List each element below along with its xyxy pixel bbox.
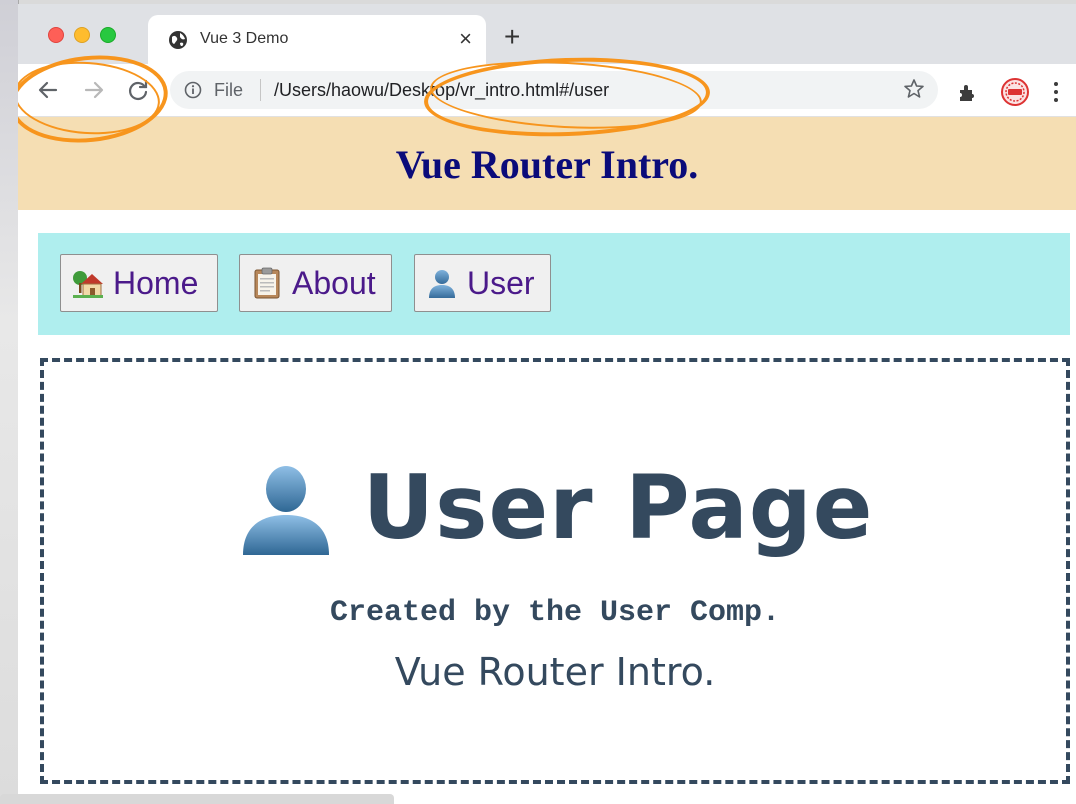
bust-in-silhouette-icon [429,270,455,298]
tab-title: Vue 3 Demo [200,30,289,47]
page-header: Vue Router Intro. [18,117,1076,210]
globe-icon [169,31,187,49]
user-nav-button[interactable]: User [414,254,551,312]
bust-in-silhouette-icon [242,465,329,555]
menu-dots-icon[interactable] [1052,80,1060,104]
user-page-title: User Page [362,456,874,559]
extensions-puzzle-icon[interactable] [956,82,978,104]
desktop-background-strip [0,0,19,804]
created-by-text: Created by the User Comp. [329,596,781,630]
address-bar-divider [260,79,261,101]
house-with-garden-icon [73,271,103,298]
page-title: Vue Router Intro. [395,142,699,187]
forward-arrow-icon[interactable] [80,76,108,104]
content-subtitle: Vue Router Intro. [394,650,716,694]
url-scheme-label: File [214,80,244,100]
clipboard-icon [254,267,280,299]
tab-strip: Vue 3 Demo × + [18,4,1076,64]
router-view: User Page Created by the User Comp. Vue … [40,358,1070,784]
zoom-window-button[interactable] [100,27,116,43]
close-window-button[interactable] [48,27,64,43]
new-tab-icon[interactable]: + [504,22,520,52]
minimize-window-button[interactable] [74,27,90,43]
back-arrow-icon[interactable] [34,76,62,104]
url-text[interactable]: /Users/haowu/Desktop/vr_intro.html#/user [274,80,609,101]
info-icon[interactable] [184,81,202,99]
user-page-heading: User Page [44,456,1066,559]
bookmark-star-icon[interactable] [902,77,926,101]
browser-toolbar: File /Users/haowu/Desktop/vr_intro.html#… [18,64,1076,117]
home-nav-button[interactable]: Home [60,254,218,312]
reload-icon[interactable] [124,76,152,104]
extension-seal-icon[interactable] [1000,77,1030,107]
about-nav-label: About [292,264,376,301]
user-nav-label: User [467,264,535,301]
router-nav: Home About User [38,233,1070,335]
browser-window: Vue 3 Demo × + File /Users/haowu/Desktop… [18,4,1076,804]
home-nav-label: Home [113,264,199,301]
address-bar[interactable]: File /Users/haowu/Desktop/vr_intro.html#… [170,71,938,109]
close-tab-icon[interactable]: × [459,26,472,52]
tab-vue-3-demo[interactable]: Vue 3 Demo × [148,15,486,64]
horizontal-scrollbar[interactable] [0,794,394,804]
page-viewport: Vue Router Intro. Home About User User P… [18,117,1076,804]
about-nav-button[interactable]: About [239,254,392,312]
